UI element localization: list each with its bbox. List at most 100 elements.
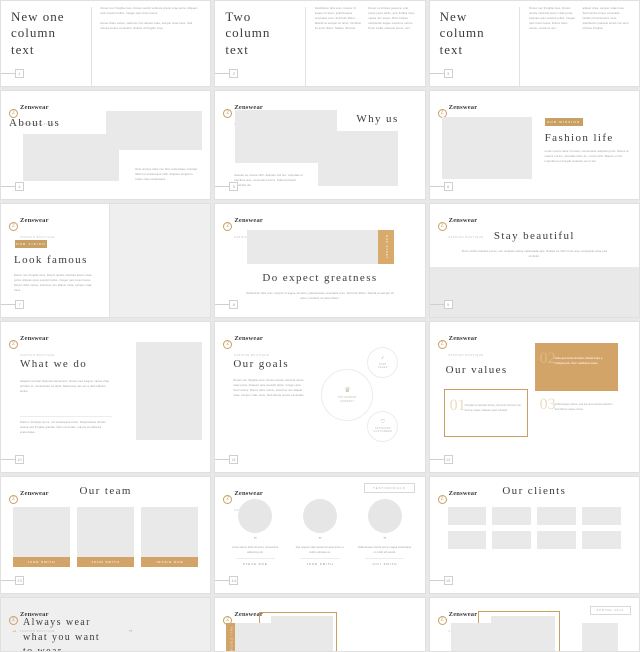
slide-always-wear[interactable]: Z Zenswear FASHION BOUTIQUE “ Always wea… <box>0 597 212 652</box>
logo-mark-icon: Z <box>223 108 233 118</box>
page-number: 4 <box>15 182 24 191</box>
panel-background <box>110 204 211 317</box>
testimonial-card: ” Lorem ipsum dolor sit amet, consectetu… <box>227 499 283 566</box>
value-card: 02 Nulla quis lectus tincidunt, blandit … <box>534 343 618 391</box>
text-column: aliquet vitae, semper vitae risus. Sed l… <box>583 7 629 86</box>
testimonial-card: ” Sed magna nulla, laoreet sit amet lore… <box>292 499 348 566</box>
client-logo-placeholder <box>537 531 577 549</box>
slide-our-team[interactable]: Z Zenswear FASHION BOUTIQUE Our team JAN… <box>0 476 212 594</box>
page-marker-line <box>1 459 15 460</box>
image-placeholder <box>247 230 380 264</box>
page-number: 6 <box>443 182 453 191</box>
paragraph: aliquet vitae, semper vitae risus. Sed l… <box>582 7 629 30</box>
slide-lookbook-frame[interactable]: Z Zenswear FASHION BOUTIQUE FALL EDITION <box>214 597 426 652</box>
slide-why-us[interactable]: Z Zenswear FASHION BOUTIQUE Why us Aenea… <box>214 90 426 200</box>
page-title: Our team <box>79 485 132 497</box>
slide-what-we-do[interactable]: Z Zenswear FASHION BOUTIQUE What we do A… <box>0 321 212 473</box>
paragraph: Donec nec fringilla risus. Donec iaculis… <box>100 7 198 15</box>
avatar <box>141 507 199 557</box>
image-placeholder <box>136 342 202 440</box>
testimonial-text: Pellentesque viverra erat a magna sceler… <box>357 546 412 554</box>
brand-name: Zenswear <box>234 490 264 497</box>
page-marker-line <box>215 186 230 187</box>
paragraph: Donec diam metus, maximus non aliquet vi… <box>100 21 193 30</box>
image-placeholder <box>23 134 119 181</box>
brand-name: Zenswear <box>20 217 49 224</box>
value-card: 01 Fringilla a imperdiet luctus, elit am… <box>443 389 528 437</box>
paragraph: Donec nec fringilla risus. Donec iaculis… <box>233 379 305 397</box>
divider <box>365 558 405 560</box>
text-column: Donec nec fringilla risus. Donec iaculis… <box>529 7 575 86</box>
page-marker-line <box>1 73 15 74</box>
brand-name: Zenswear <box>448 217 478 224</box>
goal-circle-primary: ♛ TOP MARKET COMPANY <box>321 369 374 421</box>
image-placeholder <box>318 131 399 186</box>
testimonial-author: STEVE DOE <box>242 562 268 567</box>
slide-testimonials[interactable]: Z Zenswear FASHION BOUTIQUE TESTIMONIALS… <box>214 476 426 594</box>
page-marker: 6 <box>429 182 453 191</box>
page-marker-line <box>429 304 444 305</box>
page-marker: 15 <box>429 576 453 585</box>
page-title: Fashion life <box>544 132 614 144</box>
page-title: Look famous <box>14 254 88 266</box>
value-number: 01 <box>449 397 466 414</box>
divider <box>300 558 340 560</box>
page-title: About us <box>9 117 61 129</box>
slide-do-expect-greatness[interactable]: Z Zenswear FASHION BOUTIQUE OUR STORY Do… <box>214 203 426 318</box>
section-badge: TESTIMONIALS <box>364 483 415 493</box>
brand-name: Zenswear <box>448 335 478 342</box>
page-marker-line <box>215 580 230 581</box>
avatar <box>367 499 402 533</box>
page-marker: 14 <box>215 576 239 585</box>
avatar <box>303 499 337 533</box>
slide-stay-beautiful[interactable]: Z Zenswear FASHION BOUTIQUE Stay beautif… <box>428 203 640 318</box>
image-placeholder <box>234 623 289 651</box>
logo-mark-icon: Z <box>9 221 18 231</box>
brand-name: Zenswear <box>20 104 49 111</box>
logo-mark-icon: Z <box>9 339 18 349</box>
side-label-bar: OUR STORY <box>378 230 395 264</box>
paragraph: Donec nec fringilla risus. Donec iaculis… <box>14 274 92 292</box>
paragraph: Proin mollis molestie purus, nec molesti… <box>461 250 607 258</box>
testimonial-text: Sed magna nulla, laoreet sit amet lorem … <box>295 546 345 554</box>
client-logo-placeholder <box>447 507 487 525</box>
team-member-name: JOHN SMITH <box>77 557 135 567</box>
avatar <box>77 507 135 557</box>
page-marker: 5 <box>215 182 239 191</box>
page-marker-line <box>429 186 444 187</box>
page-marker-line <box>429 580 444 581</box>
slide-collection-frame[interactable]: Z Zenswear FASHION BOUTIQUE SPRING 2020 <box>428 597 640 652</box>
paragraph: Aenean eu ornare nibh. Aliquam nisl leo,… <box>234 174 303 188</box>
client-logo-placeholder <box>582 531 621 549</box>
slide-new-one-column-text[interactable]: New one column text Donec nec fringilla … <box>0 0 212 87</box>
slide-about-us[interactable]: Z Zenswear FASHION BOUTIQUE About us Dui… <box>0 90 212 200</box>
page-marker-line <box>215 459 230 460</box>
slide-new-column-text[interactable]: New column text Donec nec fringilla risu… <box>428 0 640 87</box>
slide-two-column-text[interactable]: Two column text Vestibulum felis eros, t… <box>214 0 426 87</box>
page-marker: 1 <box>1 69 24 78</box>
slide-our-clients[interactable]: Z Zenswear FASHION BOUTIQUE Our clients … <box>428 476 640 594</box>
page-number: 13 <box>15 576 24 585</box>
paragraph: Vestibulum felis eros, tempor id augue s… <box>314 7 362 30</box>
slide-look-famous[interactable]: Z Zenswear FASHION BOUTIQUE OUR VISION L… <box>0 203 212 318</box>
image-placeholder <box>581 623 618 651</box>
team-member-card: JESSIE DOE <box>141 507 199 567</box>
brand-name: Zenswear <box>234 335 264 342</box>
rocket-icon: ➶ <box>380 355 385 361</box>
testimonial-author: JOHN SMITH <box>306 562 334 567</box>
goal-label: HIGH SALES <box>377 362 388 369</box>
divider <box>20 416 112 417</box>
image-placeholder <box>441 117 532 179</box>
slide-fashion-life[interactable]: Z Zenswear FASHION BOUTIQUE OUR MISSION … <box>428 90 640 200</box>
team-member-card: JANE SMITH <box>13 507 71 567</box>
paragraph: Vestibulum felis eros, tempor id augue s… <box>245 292 395 300</box>
slide-our-values[interactable]: Z Zenswear FASHION BOUTIQUE Our values 0… <box>428 321 640 473</box>
image-placeholder <box>106 111 203 150</box>
page-marker: 3 <box>429 69 453 78</box>
page-marker: 11 <box>215 455 239 464</box>
page-marker: 2 <box>215 69 239 78</box>
paragraph: Donec nec fringilla risus. Donec iaculis… <box>529 7 576 30</box>
slide-our-goals[interactable]: Z Zenswear FASHION BOUTIQUE Our goals Do… <box>214 321 426 473</box>
client-logo-placeholder <box>537 507 577 525</box>
page-marker: 9 <box>429 300 453 309</box>
